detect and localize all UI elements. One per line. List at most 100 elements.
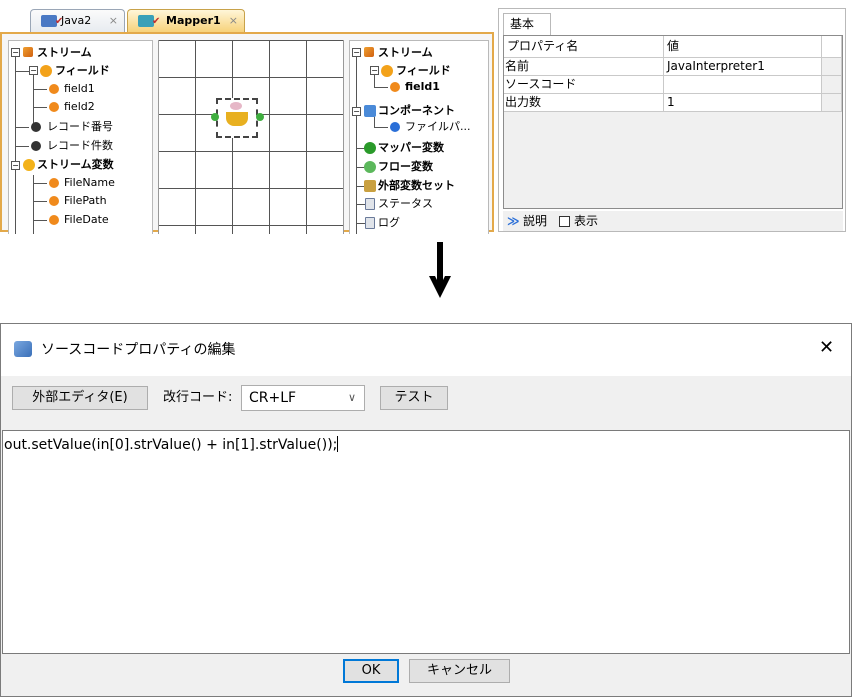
show-label: 表示 [574, 214, 599, 228]
column-header-value: 値 [664, 36, 822, 57]
tab-basic[interactable]: 基本 [503, 13, 551, 35]
external-variable-icon [364, 180, 376, 192]
chevron-down-icon[interactable]: ≫ [507, 211, 520, 231]
flow-variable-icon [364, 161, 376, 173]
mapping-canvas[interactable] [158, 40, 344, 234]
text-cursor [337, 436, 339, 452]
tab-mapper1[interactable]: ✔ Mapper1 × [127, 9, 245, 32]
property-name: ソースコード [504, 76, 664, 93]
tree-item[interactable]: field1 [405, 78, 440, 95]
field-icon [49, 215, 59, 225]
field-icon [49, 102, 59, 112]
stream-icon [23, 47, 33, 57]
collapse-toggle[interactable]: − [11, 161, 20, 170]
dialog-title-bar: ソースコードプロパティの編集 ✕ [1, 324, 851, 376]
tree-item[interactable]: レコード件数 [47, 137, 113, 154]
tree-item[interactable]: レコード番号 [47, 118, 113, 135]
external-editor-button[interactable]: 外部エディタ(E) [12, 386, 148, 410]
description-label: 説明 [523, 214, 548, 228]
editor-tab-bar: ✔ Java2 × ✔ Mapper1 × [0, 0, 494, 32]
java-component[interactable] [216, 98, 258, 138]
field-icon [49, 178, 59, 188]
dialog-title: ソースコードプロパティの編集 [41, 342, 236, 358]
description-bar: ≫ 説明 表示 [503, 211, 843, 231]
tree-item[interactable]: ファイルパ... [405, 118, 471, 135]
steam-icon [230, 102, 242, 110]
tab-label: Mapper1 [166, 14, 221, 27]
coffee-cup-icon [226, 112, 248, 126]
tree-item[interactable]: フィールド [55, 62, 110, 79]
output-tree: − ストリーム − フィールド field1 − コンポーネント ファイルパ..… [349, 40, 489, 234]
check-icon: ✔ [152, 16, 161, 27]
tab-label: Java2 [61, 14, 92, 27]
field-icon [49, 196, 59, 206]
tree-item[interactable]: マッパー変数 [378, 139, 444, 156]
output-port-icon[interactable] [256, 113, 264, 121]
collapse-toggle[interactable]: − [352, 48, 361, 57]
arrow-down-icon [429, 242, 451, 298]
tree-item[interactable]: ステータス [378, 195, 433, 212]
mapper-variable-icon [364, 142, 376, 154]
property-value[interactable]: JavaInterpreter1 [664, 58, 822, 75]
collapse-toggle[interactable]: − [370, 66, 379, 75]
property-value[interactable] [664, 76, 822, 93]
mapper-editor-screenshot: ✔ Java2 × ✔ Mapper1 × − ストリーム − フィールド fi… [0, 0, 852, 234]
cancel-button[interactable]: キャンセル [409, 659, 510, 683]
tree-item[interactable]: フロー変数 [378, 158, 433, 175]
input-tree: − ストリーム − フィールド field1 field2 レコード番号 レコー… [8, 40, 153, 234]
property-panel: 基本 プロパティ名 値 名前 JavaInterpreter1 ソースコード 出… [498, 8, 846, 232]
black-dot-icon [31, 141, 41, 151]
table-header: プロパティ名 値 [504, 36, 842, 58]
tree-item[interactable]: FileDate [64, 211, 109, 228]
show-checkbox[interactable] [559, 216, 570, 227]
source-code-dialog: ソースコードプロパティの編集 ✕ 外部エディタ(E) 改行コード: CR+LF … [0, 323, 852, 697]
code-line: out.setValue(in[0].strValue() + in[1].st… [4, 437, 338, 453]
component-icon [364, 105, 376, 117]
column-header-name: プロパティ名 [504, 36, 664, 57]
input-port-icon[interactable] [211, 113, 219, 121]
collapse-toggle[interactable]: − [352, 107, 361, 116]
tree-item[interactable]: コンポーネント [378, 102, 455, 119]
blue-dot-icon [390, 122, 400, 132]
collapse-toggle[interactable]: − [29, 66, 38, 75]
tree-item[interactable]: ストリーム [378, 44, 433, 61]
log-icon [365, 217, 375, 229]
tab-java2[interactable]: ✔ Java2 × [30, 9, 125, 32]
property-value[interactable]: 1 [664, 94, 822, 111]
status-icon [365, 198, 375, 210]
tree-item[interactable]: FilePath [64, 192, 107, 209]
table-row[interactable]: 出力数 1 [504, 94, 842, 112]
tree-item[interactable]: フィールド [396, 62, 451, 79]
close-icon[interactable]: × [229, 10, 238, 32]
newline-label: 改行コード: [163, 390, 233, 405]
test-button[interactable]: テスト [380, 386, 448, 410]
property-name: 名前 [504, 58, 664, 75]
chevron-down-icon: ∨ [347, 391, 356, 404]
newline-value: CR+LF [249, 390, 297, 406]
tree-item[interactable]: FileName [64, 174, 115, 191]
tree-item[interactable]: 外部変数セット [378, 177, 455, 194]
property-name: 出力数 [504, 94, 664, 111]
check-icon: ✔ [55, 16, 64, 27]
property-table: プロパティ名 値 名前 JavaInterpreter1 ソースコード 出力数 … [503, 35, 843, 209]
table-row[interactable]: 名前 JavaInterpreter1 [504, 58, 842, 76]
collapse-toggle[interactable]: − [11, 48, 20, 57]
close-icon[interactable]: × [109, 10, 118, 32]
tree-item[interactable]: ストリーム変数 [37, 156, 114, 173]
field-group-icon [381, 65, 393, 77]
source-code-editor[interactable]: out.setValue(in[0].strValue() + in[1].st… [2, 430, 850, 654]
tree-item[interactable]: ログ [378, 214, 400, 231]
ok-button[interactable]: OK [343, 659, 399, 683]
black-dot-icon [31, 122, 41, 132]
close-icon[interactable]: ✕ [819, 337, 834, 359]
tree-item[interactable]: field1 [64, 80, 95, 97]
variable-group-icon [23, 159, 35, 171]
tree-item[interactable]: ストリーム [37, 44, 92, 61]
table-row[interactable]: ソースコード [504, 76, 842, 94]
mapper-frame: − ストリーム − フィールド field1 field2 レコード番号 レコー… [0, 32, 494, 234]
newline-select[interactable]: CR+LF ∨ [241, 385, 365, 411]
field-icon [49, 84, 59, 94]
field-icon [390, 82, 400, 92]
tree-item[interactable]: field2 [64, 98, 95, 115]
app-icon [14, 341, 32, 357]
